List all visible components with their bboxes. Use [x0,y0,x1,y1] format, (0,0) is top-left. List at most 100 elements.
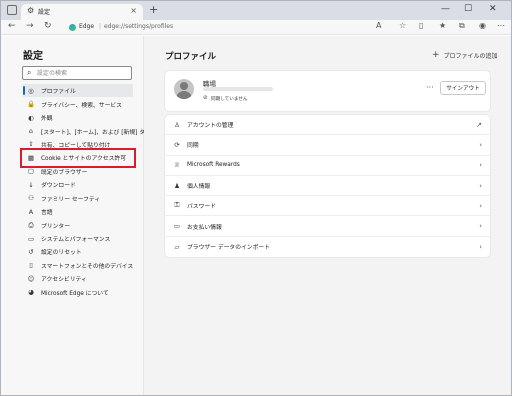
refresh-icon[interactable]: ↻ [44,21,52,31]
profile-card: 職場 ⊘ 同期していません ··· サインアウト [165,71,490,111]
settings-search[interactable]: ⌕ [22,66,132,80]
sync-off-icon: ⊘ [203,95,208,101]
profile-icon: ◎ [28,86,34,95]
default-browser-icon: ▢ [27,167,35,176]
settings-row-person-info[interactable]: ♟ 個人情報 › [165,176,490,197]
forward-icon[interactable]: → [26,21,34,31]
person-info-icon: ♟ [174,181,180,190]
tab-settings[interactable]: ⚙ 設定 × [21,4,143,20]
lock-icon: 🔒 [27,100,36,109]
settings-row-person[interactable]: ♙ アカウントの管理 ↗ [165,115,490,136]
appearance-icon: ◐ [28,113,34,122]
person-icon: ♙ [174,120,180,129]
new-tab-button[interactable]: + [149,3,158,16]
sidebar-item-label: スマートフォンとその他のデバイス [41,263,134,270]
sidebar-item-language[interactable]: A 言語 [23,205,133,218]
omnibox[interactable]: Edge | edge://settings/profiles [61,22,365,33]
sidebar-item-family[interactable]: ⚇ ファミリー セーフティ [23,192,133,205]
read-aloud-icon[interactable]: A [376,21,381,30]
sidebar-item-start-home[interactable]: ⌂ [スタート]、[ホーム]、および [新規] タブ [23,124,151,137]
search-icon: ⌕ [27,68,32,77]
sidebar-item-label: [スタート]、[ホーム]、および [新規] タブ [41,129,151,136]
back-icon[interactable]: ← [8,21,16,31]
settings-row-card[interactable]: ▭ お支払い情報 › [165,216,490,237]
system-icon: ▭ [27,234,35,243]
tab-actions-icon[interactable] [7,5,17,15]
window-close-icon[interactable]: ✕ [489,4,497,14]
sidebar-item-profile[interactable]: ◎ プロファイル [23,84,133,98]
sidebar-item-label: ダウンロード [41,183,76,190]
collections-icon[interactable]: ⧉ [459,21,465,31]
settings-row-rewards[interactable]: ♕ Microsoft Rewards › [165,156,490,176]
add-profile-button[interactable]: + プロファイルの追加 [432,50,498,60]
settings-row-label: Microsoft Rewards [187,162,240,169]
url-text[interactable]: edge://settings/profiles [104,23,173,30]
close-icon[interactable]: × [130,6,137,15]
edge-icon [69,24,76,31]
favorite-star-icon[interactable]: ☆ [399,21,406,30]
share-icon: ⇪ [28,140,34,149]
sidebar-item-system[interactable]: ▭ システムとパフォーマンス [23,232,133,245]
sidebar-item-cookie[interactable]: ▦ Cookie とサイトのアクセス許可 [20,148,136,168]
chevron-right-icon: › [479,242,482,251]
gear-icon: ⚙ [27,6,35,15]
download-icon: ↓ [28,180,34,189]
avatar [174,79,194,99]
sync-icon: ⟳ [174,140,180,149]
sidebar-item-label: プロファイル [41,89,76,96]
omnibox-separator: | [99,23,102,30]
sidebar-item-label: システムとパフォーマンス [41,237,111,244]
more-icon[interactable]: ··· [426,83,434,92]
sidebar-item-reset[interactable]: ↺ 設定のリセット [23,245,133,258]
profile-icon[interactable]: ◉ [479,21,486,30]
browser-window: ⚙ 設定 × + — ☐ ✕ ← → ↻ Edge | edge://setti… [0,0,512,396]
sidebar-item-accessibility[interactable]: ☺ アクセシビリティ [23,272,133,285]
plus-icon: + [432,50,440,60]
sidebar-item-label: 設定のリセット [41,250,82,257]
sidebar-item-label: 言語 [41,210,53,217]
sidebar-item-edge[interactable]: ◕ Microsoft Edge について [23,286,133,299]
split-screen-icon[interactable]: ▯ [419,21,423,30]
search-input[interactable] [37,68,129,78]
settings-row-label: 同期 [187,143,199,150]
sidebar-item-printer[interactable]: ⎙ プリンター [23,218,133,231]
chevron-right-icon: › [479,181,482,190]
settings-row-label: アカウントの管理 [187,123,234,130]
sidebar-item-appearance[interactable]: ◐ 外観 [23,111,133,124]
address-bar: ← → ↻ Edge | edge://settings/profiles A … [1,20,511,35]
settings-sidebar: 設定 ⌕ ◎ プロファイル 🔒 プライバシー、検索、サービス ◐ 外観 ⌂ [スタート]、[ホ… [1,36,151,395]
minimize-icon[interactable]: — [441,4,450,14]
rewards-icon: ♕ [174,161,180,170]
sidebar-item-label: プリンター [41,223,70,230]
settings-row-label: ブラウザー データのインポート [187,245,270,252]
profile-settings-list: ♙ アカウントの管理 ↗ ⟳ 同期 › ♕ Microsoft Rewards › ♟ 個人情報 › ⚿… [165,115,490,257]
maximize-icon[interactable]: ☐ [464,4,472,14]
main-content: プロファイル + プロファイルの追加 職場 ⊘ 同期していません ··· サイン… [144,36,511,395]
sidebar-item-share[interactable]: ⇪ 共有、コピーして貼り付け [23,138,133,151]
language-icon: A [28,207,34,216]
accessibility-icon: ☺ [27,274,35,283]
add-profile-label: プロファイルの追加 [443,52,498,60]
sidebar-item-label: アクセシビリティ [41,277,87,284]
sidebar-item-lock[interactable]: 🔒 プライバシー、検索、サービス [23,97,133,110]
chevron-right-icon: › [479,201,482,210]
sync-status: 同期していません [211,97,248,102]
settings-row-folder-import[interactable]: ▱ ブラウザー データのインポート › [165,237,490,257]
folder-import-icon: ▱ [174,242,180,251]
settings-row-sync[interactable]: ⟳ 同期 › [165,135,490,156]
omnibox-app-label: Edge [79,23,95,30]
sidebar-title: 設定 [23,51,43,62]
sidebar-item-label: 共有、コピーして貼り付け [41,142,111,149]
cookie-icon: ▦ [27,153,35,162]
sidebar-item-label: Cookie とサイトのアクセス許可 [41,156,126,163]
favorites-icon[interactable]: ★ [439,21,446,30]
settings-row-key[interactable]: ⚿ パスワード › [165,196,490,217]
sidebar-item-phone[interactable]: ▯ スマートフォンとその他のデバイス [23,259,133,272]
start-home-icon: ⌂ [28,127,34,136]
sidebar-item-default-browser[interactable]: ▢ 既定のブラウザー [23,165,133,178]
sidebar-item-label: Microsoft Edge について [41,290,109,297]
sidebar-item-download[interactable]: ↓ ダウンロード [23,178,133,191]
more-menu-icon[interactable]: ⋯ [497,21,505,30]
sidebar-item-label: 既定のブラウザー [41,169,88,176]
sign-out-button[interactable]: サインアウト [440,81,486,95]
